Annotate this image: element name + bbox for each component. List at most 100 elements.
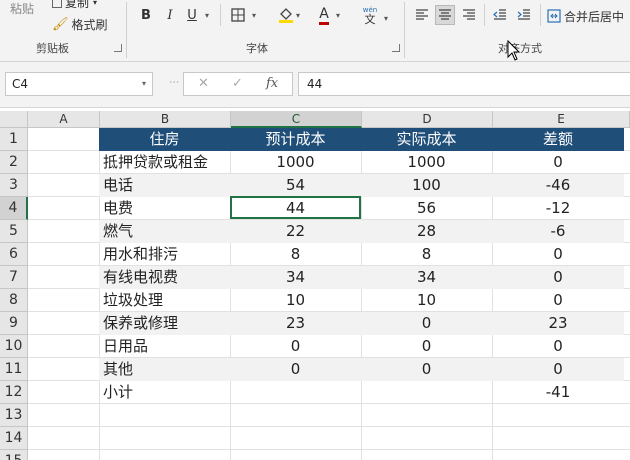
- header-cell[interactable]: 住房: [99, 128, 230, 151]
- font-launcher-icon[interactable]: [392, 44, 400, 52]
- item-cell[interactable]: 电费: [99, 197, 230, 220]
- clipboard-launcher-icon[interactable]: [114, 44, 122, 52]
- format-painter-button[interactable]: 🖌 格式刷: [52, 16, 108, 33]
- row-header[interactable]: 13: [0, 404, 28, 427]
- row-header[interactable]: 10: [0, 335, 28, 358]
- difference-cell[interactable]: -46: [492, 174, 624, 197]
- actual-cell[interactable]: 28: [361, 220, 492, 243]
- align-center-icon: [439, 9, 451, 20]
- actual-cell[interactable]: 10: [361, 289, 492, 312]
- difference-cell[interactable]: -6: [492, 220, 624, 243]
- chevron-down-icon[interactable]: ▾: [336, 11, 340, 20]
- formula-input[interactable]: 44: [298, 72, 630, 96]
- select-all-corner[interactable]: [0, 111, 28, 128]
- column-header-d[interactable]: D: [362, 111, 493, 128]
- actual-cell[interactable]: 34: [361, 266, 492, 289]
- difference-cell[interactable]: -41: [492, 381, 624, 404]
- increase-indent-button[interactable]: [514, 5, 534, 25]
- row-header[interactable]: 5: [0, 220, 28, 243]
- align-right-icon: [463, 9, 475, 20]
- difference-cell[interactable]: 0: [492, 358, 624, 381]
- fill-color-button[interactable]: [276, 5, 296, 25]
- actual-cell[interactable]: 1000: [361, 151, 492, 174]
- estimated-cell[interactable]: 54: [230, 174, 361, 197]
- item-cell[interactable]: 保养或修理: [99, 312, 230, 335]
- actual-cell[interactable]: 56: [361, 197, 492, 220]
- difference-cell[interactable]: 23: [492, 312, 624, 335]
- difference-cell[interactable]: -12: [492, 197, 624, 220]
- phonetic-guide-button[interactable]: wén 文: [358, 4, 382, 28]
- enter-icon[interactable]: ✓: [232, 76, 243, 91]
- estimated-cell[interactable]: 0: [230, 358, 361, 381]
- row-header[interactable]: 1: [0, 128, 28, 151]
- bold-button[interactable]: B: [136, 5, 156, 25]
- chevron-down-icon[interactable]: ▾: [142, 79, 146, 88]
- difference-cell[interactable]: 0: [492, 151, 624, 174]
- align-right-button[interactable]: [459, 5, 479, 25]
- estimated-cell[interactable]: 8: [230, 243, 361, 266]
- estimated-cell[interactable]: 10: [230, 289, 361, 312]
- estimated-cell[interactable]: 23: [230, 312, 361, 335]
- estimated-cell[interactable]: [230, 381, 361, 404]
- row-header[interactable]: 15: [0, 450, 28, 460]
- row-header[interactable]: 14: [0, 427, 28, 450]
- align-left-button[interactable]: [412, 5, 432, 25]
- border-button[interactable]: [228, 5, 248, 25]
- item-cell[interactable]: 小计: [99, 381, 230, 404]
- row-header[interactable]: 4: [0, 197, 28, 220]
- row-header[interactable]: 7: [0, 266, 28, 289]
- estimated-cell[interactable]: 22: [230, 220, 361, 243]
- actual-cell[interactable]: 0: [361, 335, 492, 358]
- cancel-icon[interactable]: ✕: [198, 76, 209, 91]
- drag-handle-icon[interactable]: ⋮: [168, 77, 179, 86]
- difference-cell[interactable]: 0: [492, 266, 624, 289]
- row-header[interactable]: 12: [0, 381, 28, 404]
- actual-cell[interactable]: 0: [361, 312, 492, 335]
- column-header-c[interactable]: C: [231, 111, 362, 128]
- paste-button[interactable]: 粘贴: [10, 0, 34, 17]
- row-header[interactable]: 8: [0, 289, 28, 312]
- item-cell[interactable]: 垃圾处理: [99, 289, 230, 312]
- font-color-button[interactable]: A: [314, 5, 334, 25]
- decrease-indent-button[interactable]: [490, 5, 510, 25]
- chevron-down-icon[interactable]: ▾: [296, 11, 300, 20]
- difference-cell[interactable]: 0: [492, 289, 624, 312]
- row-header[interactable]: 3: [0, 174, 28, 197]
- actual-cell[interactable]: [361, 381, 492, 404]
- chevron-down-icon[interactable]: ▾: [252, 11, 256, 20]
- merge-center-button[interactable]: 合并后居中: [547, 6, 624, 26]
- column-header-e[interactable]: E: [493, 111, 630, 128]
- chevron-down-icon[interactable]: ▾: [205, 11, 209, 20]
- item-cell[interactable]: 日用品: [99, 335, 230, 358]
- copy-button[interactable]: 复制 ▾: [52, 0, 97, 11]
- item-cell[interactable]: 用水和排污: [99, 243, 230, 266]
- name-box[interactable]: C4 ▾: [5, 72, 153, 96]
- item-cell[interactable]: 其他: [99, 358, 230, 381]
- column-header-b[interactable]: B: [100, 111, 231, 128]
- actual-cell[interactable]: 0: [361, 358, 492, 381]
- item-cell[interactable]: 燃气: [99, 220, 230, 243]
- difference-cell[interactable]: 0: [492, 243, 624, 266]
- estimated-cell[interactable]: 34: [230, 266, 361, 289]
- chevron-down-icon[interactable]: ▾: [384, 14, 388, 23]
- align-center-button[interactable]: [435, 5, 455, 25]
- item-cell[interactable]: 电话: [99, 174, 230, 197]
- column-header-a[interactable]: A: [28, 111, 100, 128]
- actual-cell[interactable]: 100: [361, 174, 492, 197]
- italic-button[interactable]: I: [160, 5, 180, 25]
- estimated-cell[interactable]: 0: [230, 335, 361, 358]
- header-cell[interactable]: 实际成本: [361, 128, 492, 151]
- underline-button[interactable]: U: [182, 5, 202, 25]
- insert-function-icon[interactable]: fx: [266, 76, 278, 91]
- row-header[interactable]: 9: [0, 312, 28, 335]
- actual-cell[interactable]: 8: [361, 243, 492, 266]
- row-header[interactable]: 6: [0, 243, 28, 266]
- row-header[interactable]: 2: [0, 151, 28, 174]
- estimated-cell[interactable]: 1000: [230, 151, 361, 174]
- item-cell[interactable]: 有线电视费: [99, 266, 230, 289]
- item-cell[interactable]: 抵押贷款或租金: [99, 151, 230, 174]
- header-cell[interactable]: 预计成本: [230, 128, 361, 151]
- row-header[interactable]: 11: [0, 358, 28, 381]
- difference-cell[interactable]: 0: [492, 335, 624, 358]
- header-cell[interactable]: 差额: [492, 128, 624, 151]
